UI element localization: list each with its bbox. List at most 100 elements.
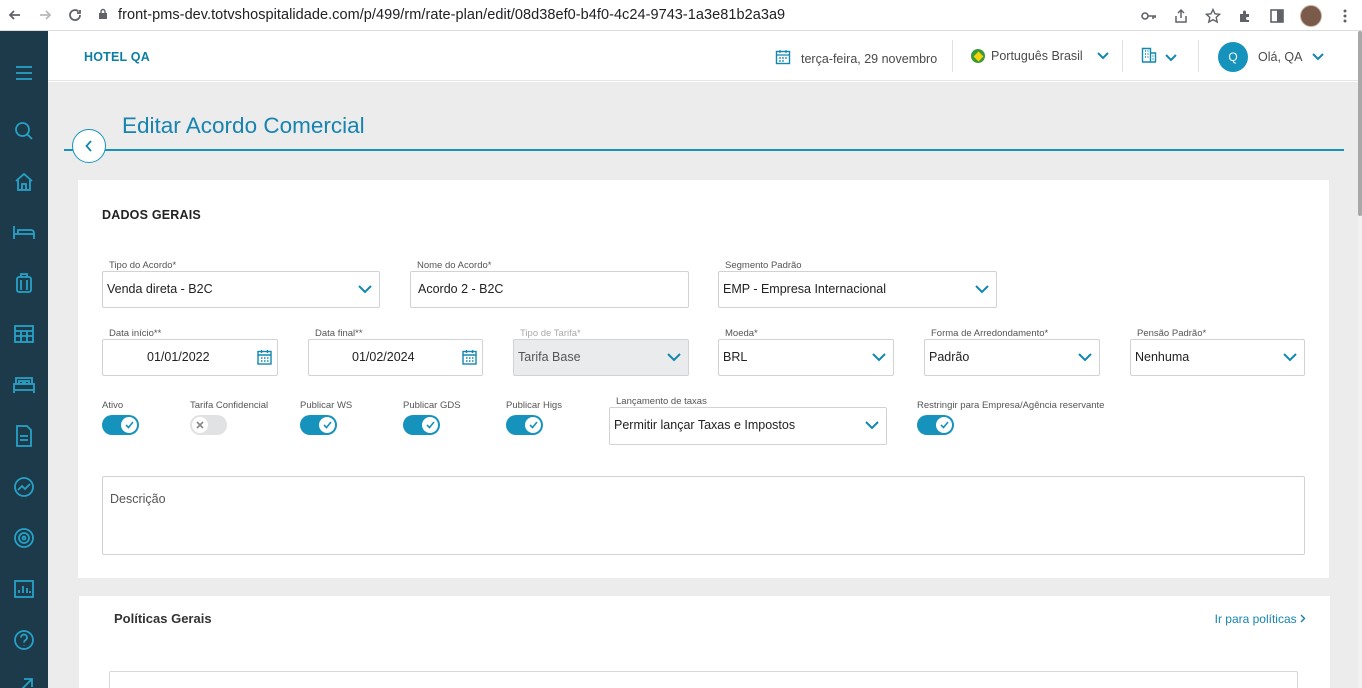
toggle-label: Tarifa Confidencial: [190, 400, 269, 411]
go-to-policies-link[interactable]: Ir para políticas: [1215, 612, 1306, 626]
user-avatar: Q: [1218, 42, 1248, 72]
forward-arrow-icon[interactable]: [30, 3, 60, 27]
check-icon: [319, 417, 335, 433]
rounding-method-select[interactable]: Forma de Arredondamento* Padrão: [924, 328, 1100, 376]
rate-type-select: Tipo de Tarifa* Tarifa Base: [513, 328, 689, 376]
search-icon[interactable]: [0, 115, 48, 147]
help-icon[interactable]: [0, 624, 48, 656]
field-value: BRL: [723, 350, 748, 364]
sidepanel-icon[interactable]: [1268, 7, 1286, 25]
field-value: Acordo 2 - B2C: [418, 282, 504, 296]
menu-icon[interactable]: [0, 57, 48, 89]
chevron-down-icon: [358, 281, 372, 299]
agreement-name-input[interactable]: Nome do Acordo* Acordo 2 - B2C: [410, 260, 689, 308]
calendar-icon: [775, 49, 791, 68]
field-label: Moeda*: [724, 328, 759, 339]
field-label: Tipo do Acordo*: [108, 260, 178, 271]
reload-icon[interactable]: [60, 3, 90, 27]
extensions-icon[interactable]: [1236, 7, 1254, 25]
field-value: 01/01/2022: [147, 350, 210, 364]
address-bar[interactable]: front-pms-dev.totvshospitalidade.com/p/4…: [118, 7, 785, 23]
chevron-down-icon: [1097, 49, 1109, 63]
chevron-right-icon: [1300, 612, 1306, 626]
top-header: HOTEL QA terça-feira, 29 novembro Portug…: [48, 31, 1358, 81]
report-chart-icon[interactable]: [0, 573, 48, 605]
chevron-down-icon: [865, 417, 879, 435]
divider: [1198, 40, 1199, 72]
x-icon: [192, 417, 208, 433]
divider: [1122, 40, 1123, 72]
analytics-icon[interactable]: [0, 471, 48, 503]
field-value: Nenhuma: [1135, 350, 1190, 364]
more-vert-icon[interactable]: [1336, 7, 1354, 25]
building-icon: [1141, 47, 1157, 68]
section-title: DADOS GERAIS: [102, 208, 201, 222]
scrollbar-thumb[interactable]: [1358, 31, 1362, 216]
star-icon[interactable]: [1204, 7, 1222, 25]
toggle-label: Publicar GDS: [403, 400, 461, 411]
bed-icon[interactable]: [0, 216, 48, 248]
field-value: 01/02/2024: [352, 350, 415, 364]
hotel-name[interactable]: HOTEL QA: [84, 50, 150, 64]
chevron-left-icon: [85, 140, 92, 152]
chevron-down-icon: [1078, 349, 1092, 367]
default-board-select[interactable]: Pensão Padrão* Nenhuma: [1130, 328, 1305, 376]
chevron-down-icon: [1283, 349, 1297, 367]
general-data-card: DADOS GERAIS Tipo do Acordo* Venda diret…: [78, 180, 1329, 578]
back-arrow-icon[interactable]: [0, 3, 30, 27]
check-icon: [936, 417, 952, 433]
expand-icon[interactable]: [0, 671, 48, 688]
policies-panel: [109, 671, 1298, 688]
luggage-icon[interactable]: [0, 267, 48, 299]
chevron-down-icon: [975, 281, 989, 299]
field-value: EMP - Empresa Internacional: [723, 282, 887, 296]
description-textarea[interactable]: Descrição: [102, 476, 1305, 555]
agreement-type-select[interactable]: Tipo do Acordo* Venda direta - B2C: [102, 260, 380, 308]
check-icon: [525, 417, 541, 433]
language-selector[interactable]: Português Brasil: [971, 49, 1109, 63]
share-icon[interactable]: [1172, 7, 1190, 25]
start-date-input[interactable]: Data início** 01/01/2022: [102, 328, 278, 376]
field-label: Data início**: [108, 328, 163, 339]
target-icon[interactable]: [0, 522, 48, 554]
home-icon[interactable]: [0, 166, 48, 198]
tax-posting-select[interactable]: Lançamento de taxas Permitir lançar Taxa…: [609, 396, 887, 445]
user-menu[interactable]: Q Olá, QA: [1218, 42, 1325, 72]
default-segment-select[interactable]: Segmento Padrão EMP - Empresa Internacio…: [718, 260, 997, 308]
field-label: Segmento Padrão: [724, 260, 803, 271]
end-date-input[interactable]: Data final** 01/02/2024: [308, 328, 483, 376]
description-placeholder: Descrição: [110, 492, 166, 506]
page-title: Editar Acordo Comercial: [122, 113, 365, 138]
page-scrollbar[interactable]: [1358, 31, 1362, 688]
chevron-down-icon: [667, 349, 681, 367]
document-icon[interactable]: [0, 420, 48, 452]
field-label: Lançamento de taxas: [615, 396, 708, 407]
chevron-down-icon: [1165, 49, 1177, 67]
calendar-grid-icon[interactable]: [0, 318, 48, 350]
date-display: terça-feira, 29 novembro: [775, 49, 937, 68]
calendar-icon[interactable]: [462, 349, 477, 370]
language-label: Português Brasil: [991, 49, 1083, 63]
policies-card: Políticas Gerais Ir para políticas: [79, 596, 1330, 688]
title-divider: [64, 149, 1344, 151]
divider: [952, 40, 953, 72]
policies-title: Políticas Gerais: [114, 611, 212, 626]
calendar-icon[interactable]: [257, 349, 272, 370]
field-value: Padrão: [929, 350, 970, 364]
chevron-down-icon: [872, 349, 886, 367]
toggle-label: Publicar WS: [300, 400, 353, 411]
brazil-flag-icon: [971, 49, 985, 63]
link-label: Ir para políticas: [1214, 612, 1297, 626]
property-selector[interactable]: [1141, 47, 1177, 68]
key-icon[interactable]: [1140, 7, 1158, 25]
currency-select[interactable]: Moeda* BRL: [718, 328, 894, 376]
sidebar: [0, 31, 48, 688]
lock-icon[interactable]: [98, 8, 108, 23]
main-content: Editar Acordo Comercial DADOS GERAIS Tip…: [48, 82, 1358, 688]
profile-avatar[interactable]: [1300, 4, 1322, 27]
field-value: Venda direta - B2C: [107, 282, 213, 296]
bed-double-icon[interactable]: [0, 369, 48, 401]
user-greeting: Olá, QA: [1258, 50, 1303, 64]
check-icon: [121, 417, 137, 433]
back-button[interactable]: [72, 129, 106, 163]
